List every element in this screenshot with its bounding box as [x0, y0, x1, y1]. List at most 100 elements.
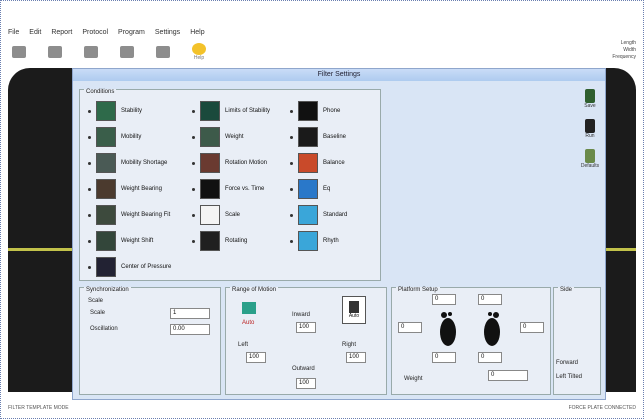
top-right-input[interactable]: 0: [478, 294, 502, 305]
inward-input[interactable]: 100: [296, 322, 316, 333]
conditions-title: Conditions: [84, 89, 117, 95]
defaults-icon: [585, 149, 595, 163]
range-title: Range of Motion: [230, 287, 279, 293]
menu-file[interactable]: File: [8, 29, 19, 36]
left-tilted-radio[interactable]: Left Tilted: [556, 374, 582, 380]
condition-item[interactable]: Rotation Motion: [192, 152, 270, 174]
sync-title: Synchronization: [84, 287, 131, 293]
menu-report[interactable]: Report: [51, 29, 72, 36]
dialog-title: Filter Settings: [73, 69, 605, 81]
menu-protocol[interactable]: Protocol: [82, 29, 108, 36]
left-input[interactable]: 100: [246, 352, 266, 363]
inward-label: Inward: [292, 312, 311, 318]
outward-input[interactable]: 100: [296, 378, 316, 389]
condition-label: Rotating: [225, 238, 248, 244]
forward-radio[interactable]: Forward: [556, 360, 578, 366]
right-info: Length Width Frequency: [612, 40, 636, 61]
condition-item[interactable]: Rotating: [192, 230, 270, 252]
condition-label: Eq: [323, 186, 331, 192]
condition-label: Weight Bearing: [121, 186, 162, 192]
defaults-button[interactable]: Defaults: [581, 149, 599, 169]
condition-label: Baseline: [323, 134, 347, 140]
condition-label: Weight: [225, 134, 244, 140]
run-icon: [585, 119, 595, 133]
condition-label: Scale: [225, 212, 241, 218]
left-foot-icon: [440, 312, 456, 346]
range-of-motion-group: Range of Motion Auto Left 100 Inward 100…: [225, 287, 387, 395]
range-indicator-icon: [242, 302, 256, 314]
condition-item[interactable]: Center of Pressure: [88, 256, 171, 278]
run-button[interactable]: Run: [585, 119, 595, 139]
report-icon: [120, 46, 134, 58]
condition-item[interactable]: Weight: [192, 126, 270, 148]
side-group: Side Forward Left Tilted: [553, 287, 601, 395]
left-label: Left: [238, 342, 249, 348]
menu-settings[interactable]: Settings: [155, 29, 180, 36]
mid-left-input[interactable]: 0: [398, 322, 422, 333]
toolbar-button-user[interactable]: [8, 41, 30, 63]
menu-program[interactable]: Program: [118, 29, 145, 36]
condition-item[interactable]: Scale: [192, 204, 270, 226]
condition-item[interactable]: Force vs. Time: [192, 178, 270, 200]
condition-label: Center of Pressure: [121, 264, 172, 270]
condition-label: Limits of Stability: [225, 108, 271, 114]
oscillation-input[interactable]: 0.00: [170, 324, 210, 335]
scale-input[interactable]: 1: [170, 308, 210, 319]
menu-help[interactable]: Help: [190, 29, 204, 36]
status-left: FILTER TEMPLATE MODE: [8, 405, 69, 411]
condition-item[interactable]: Baseline: [290, 126, 347, 148]
baseline-line: [8, 248, 72, 251]
left-graph-panel: [8, 68, 72, 392]
condition-label: Phone: [323, 108, 341, 114]
save-button[interactable]: Save: [584, 89, 596, 109]
menu-edit[interactable]: Edit: [29, 29, 41, 36]
platform-setup-group: Platform Setup 0 0 0 0 0 0 Weight 0: [391, 287, 551, 395]
synchronization-group: Synchronization Scale Scale 1 Oscillatio…: [79, 287, 221, 395]
toolbar-button-chart[interactable]: [152, 41, 174, 63]
chart-icon: [156, 46, 170, 58]
status-right: FORCE PLATE CONNECTED: [568, 405, 636, 411]
sync-sub: Scale: [88, 298, 104, 304]
condition-label: Mobility: [121, 134, 142, 140]
toolbar-button-grid[interactable]: [44, 41, 66, 63]
right-input[interactable]: 100: [346, 352, 366, 363]
condition-item[interactable]: Weight Bearing: [88, 178, 171, 200]
condition-label: Rotation Motion: [225, 160, 268, 166]
right-foot-icon: [484, 312, 500, 346]
help-label: Help: [193, 55, 205, 61]
condition-item[interactable]: Phone: [290, 100, 347, 122]
condition-item[interactable]: Stability: [88, 100, 171, 122]
bottom-right-input[interactable]: 0: [478, 352, 502, 363]
toolbar-button-report[interactable]: [116, 41, 138, 63]
help-button[interactable]: Help: [188, 41, 210, 63]
conditions-column-2: Limits of Stability Weight Rotation Moti…: [192, 100, 270, 256]
bottom-left-input[interactable]: 0: [432, 352, 456, 363]
width-label: Width: [623, 47, 636, 53]
condition-label: Force vs. Time: [225, 186, 265, 192]
mid-right-input[interactable]: 0: [520, 322, 544, 333]
condition-item[interactable]: Mobility: [88, 126, 171, 148]
scale-label: Scale: [90, 310, 106, 316]
condition-item[interactable]: Rhyth: [290, 230, 347, 252]
condition-item[interactable]: Weight Bearing Fit: [88, 204, 171, 226]
toolbar-button-people[interactable]: [80, 41, 102, 63]
condition-label: Rhyth: [323, 238, 339, 244]
people-icon: [84, 46, 98, 58]
weight-input[interactable]: 0: [488, 370, 528, 381]
condition-item[interactable]: Mobility Shortage: [88, 152, 171, 174]
frequency-label: Frequency: [612, 54, 636, 60]
condition-label: Standard: [323, 212, 348, 218]
condition-item[interactable]: Standard: [290, 204, 347, 226]
side-actions: Save Run Defaults: [575, 89, 605, 209]
condition-item[interactable]: Limits of Stability: [192, 100, 270, 122]
condition-item[interactable]: Eq: [290, 178, 347, 200]
condition-item[interactable]: Weight Shift: [88, 230, 171, 252]
auto-button[interactable]: Auto: [342, 296, 366, 324]
top-left-input[interactable]: 0: [432, 294, 456, 305]
condition-label: Weight Shift: [121, 238, 154, 244]
conditions-column-3: Phone Baseline Balance Eq Standard Rhyth: [290, 100, 347, 256]
weight-label: Weight: [404, 376, 423, 382]
condition-item[interactable]: Balance: [290, 152, 347, 174]
save-icon: [585, 89, 595, 103]
condition-label: Weight Bearing Fit: [121, 212, 171, 218]
